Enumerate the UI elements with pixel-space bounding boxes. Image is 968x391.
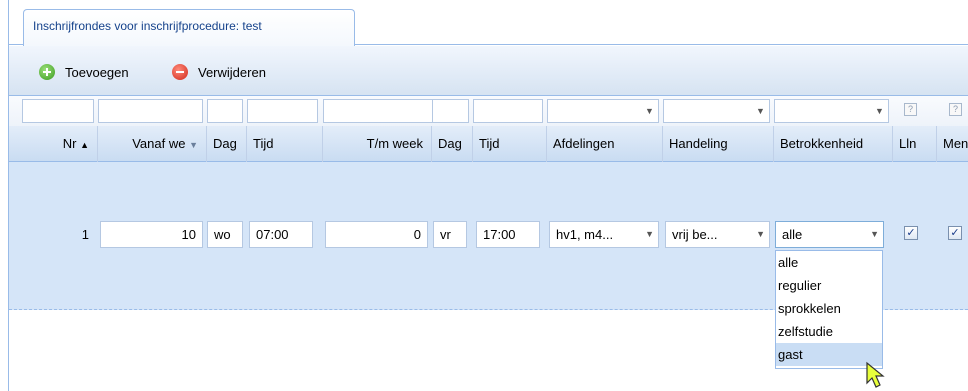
- tm-week-input[interactable]: 0: [325, 221, 428, 248]
- tab-title: Inschrijfrondes voor inschrijfprocedure:…: [33, 19, 262, 33]
- column-header-vanaf-week[interactable]: Vanaf we ▼: [98, 126, 207, 162]
- chevron-down-icon: ▼: [756, 106, 765, 116]
- column-header-dag2[interactable]: Dag: [432, 126, 473, 162]
- dropdown-option[interactable]: regulier: [776, 274, 882, 297]
- row-number: 1: [81, 227, 89, 242]
- help-icon[interactable]: ?: [904, 103, 917, 116]
- filter-nr[interactable]: [22, 99, 94, 123]
- tab-strip: Inschrijfrondes voor inschrijfprocedure:…: [8, 0, 968, 46]
- sort-asc-icon: ▲: [80, 140, 89, 150]
- tab-inschrijfrondes[interactable]: Inschrijfrondes voor inschrijfprocedure:…: [23, 9, 355, 46]
- column-header-nr[interactable]: Nr ▲: [9, 126, 98, 162]
- dropdown-option[interactable]: sprokkelen: [776, 297, 882, 320]
- tijd2-input[interactable]: 17:00: [476, 221, 540, 248]
- column-header-handeling[interactable]: Handeling: [663, 126, 774, 162]
- betrokkenheid-dropdown-list: alle regulier sprokkelen zelfstudie gast: [775, 250, 883, 369]
- chevron-down-icon: ▼: [645, 106, 654, 116]
- afdelingen-select[interactable]: hv1, m4... ▼: [549, 221, 659, 248]
- grid-header: Nr ▲ Vanaf we ▼ Dag Tijd T/m week Dag Ti…: [9, 126, 968, 162]
- filter-tijd2[interactable]: [473, 99, 543, 123]
- filter-tm-week[interactable]: [323, 99, 438, 123]
- chevron-down-icon: ▼: [756, 229, 765, 239]
- toolbar: Toevoegen Verwijderen: [9, 46, 968, 96]
- remove-button[interactable]: Verwijderen: [172, 64, 266, 80]
- dropdown-option[interactable]: alle: [776, 251, 882, 274]
- filter-handeling[interactable]: ▼: [663, 99, 770, 123]
- add-button[interactable]: Toevoegen: [39, 64, 129, 80]
- remove-button-label: Verwijderen: [198, 64, 266, 80]
- dag1-input[interactable]: wo: [207, 221, 243, 248]
- dropdown-option[interactable]: zelfstudie: [776, 320, 882, 343]
- chevron-down-icon: ▼: [645, 229, 654, 239]
- filter-vanaf-week[interactable]: [98, 99, 203, 123]
- filter-dag1[interactable]: [207, 99, 243, 123]
- column-header-dag1[interactable]: Dag: [207, 126, 247, 162]
- men-checkbox[interactable]: ✓: [948, 226, 962, 240]
- column-header-tm-week[interactable]: T/m week: [323, 126, 432, 162]
- filter-betrokkenheid[interactable]: ▼: [774, 99, 889, 123]
- filter-dag2[interactable]: [432, 99, 469, 123]
- filter-row: ▼ ▼ ▼ ? ?: [9, 96, 968, 126]
- betrokkenheid-select[interactable]: alle ▼: [775, 221, 884, 248]
- column-header-afdelingen[interactable]: Afdelingen: [547, 126, 663, 162]
- column-header-lln[interactable]: Lln: [893, 126, 937, 162]
- filter-tijd1[interactable]: [247, 99, 318, 123]
- chevron-down-icon: ▼: [870, 229, 879, 239]
- lln-checkbox[interactable]: ✓: [904, 226, 918, 240]
- add-icon: [39, 64, 55, 80]
- column-header-betrokkenheid[interactable]: Betrokkenheid: [774, 126, 893, 162]
- mouse-cursor-icon: [866, 361, 885, 388]
- vanaf-week-input[interactable]: 10: [100, 221, 203, 248]
- tijd1-input[interactable]: 07:00: [249, 221, 313, 248]
- column-header-men[interactable]: Men: [937, 126, 968, 162]
- filter-afdelingen[interactable]: ▼: [547, 99, 659, 123]
- dag2-input[interactable]: vr: [433, 221, 467, 248]
- handeling-select[interactable]: vrij be... ▼: [665, 221, 770, 248]
- sort-desc-icon: ▼: [189, 140, 198, 150]
- add-button-label: Toevoegen: [65, 64, 129, 80]
- column-header-tijd2[interactable]: Tijd: [473, 126, 547, 162]
- chevron-down-icon: ▼: [875, 106, 884, 116]
- column-header-tijd1[interactable]: Tijd: [247, 126, 323, 162]
- help-icon[interactable]: ?: [949, 103, 962, 116]
- remove-icon: [172, 64, 188, 80]
